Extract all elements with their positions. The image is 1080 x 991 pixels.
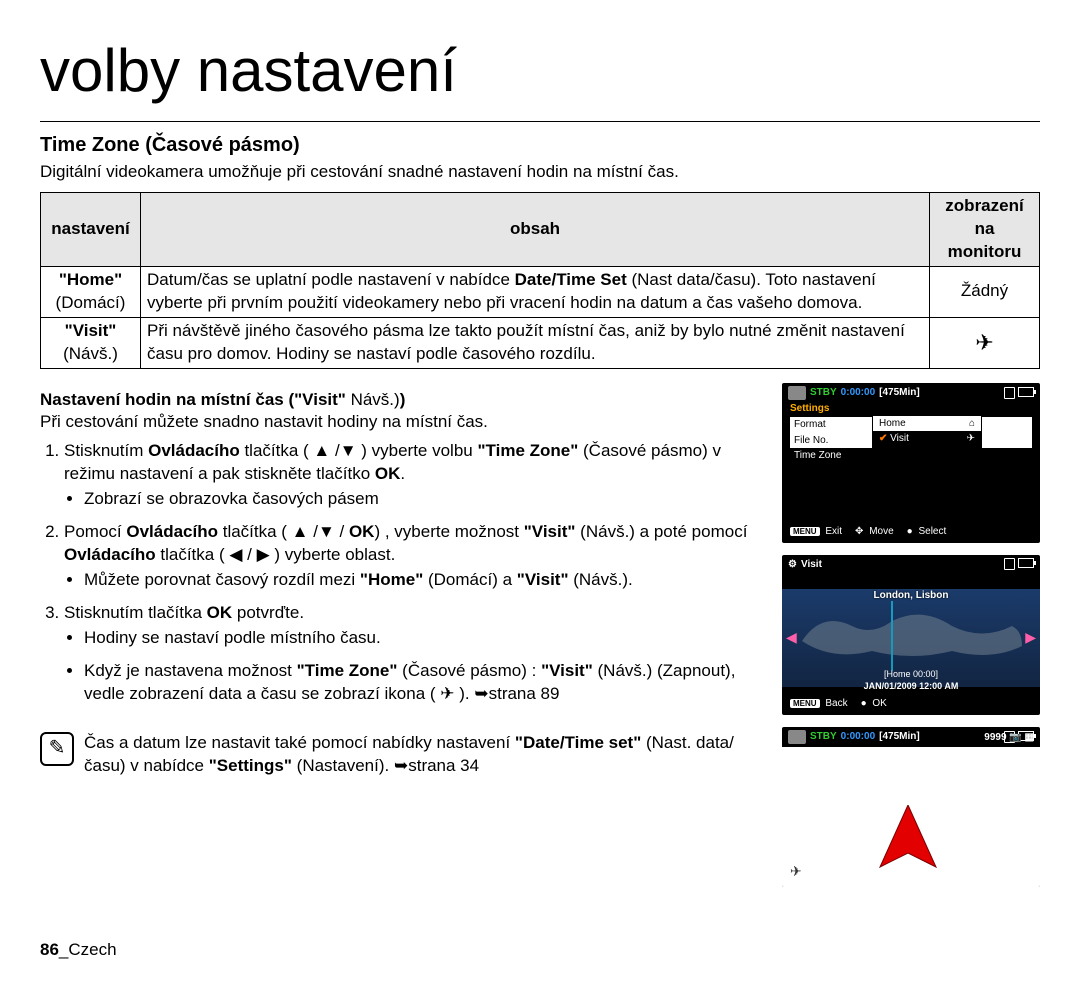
arrow-right-icon[interactable]: ▶ — [1025, 628, 1036, 647]
screen-world-map: ⚙ Visit London, Lisbon ◀ ▶ [Home 00:00] … — [782, 555, 1040, 715]
ok-label: OK — [869, 698, 889, 709]
step3-bullet2: Když je nastavena možnost "Time Zone" (Č… — [84, 660, 762, 706]
visit-title: Visit — [801, 558, 822, 572]
note-text: Čas a datum lze nastavit také pomocí nab… — [84, 732, 762, 778]
menu-button[interactable]: MENU — [790, 527, 820, 536]
separator — [40, 121, 1040, 122]
step-2: Pomocí Ovládacího tlačítka ( ▲ /▼ / OK) … — [64, 521, 762, 592]
sub-heading: Nastavení hodin na místní čas ("Visit" N… — [40, 389, 762, 412]
plane-clock-icon: ✈ — [975, 330, 993, 355]
sd-icon — [1004, 387, 1015, 399]
remaining-min: [475Min] — [879, 386, 920, 400]
sub-desc: Při cestování můžete snadno nastavit hod… — [40, 411, 762, 434]
rec-time: 0:00:00 — [841, 386, 875, 400]
popup-visit[interactable]: ✔ Visit ✈ — [873, 431, 981, 447]
row-setting-bold: "Home" — [59, 270, 122, 289]
check-icon: ✔ — [879, 433, 887, 444]
remaining-min: [475Min] — [879, 730, 920, 744]
plane-icon-small: ✈ — [967, 432, 975, 446]
battery-icon — [1018, 558, 1034, 568]
row-content: Při návštěvě jiného časového pásma lze t… — [141, 317, 930, 368]
screen-live: STBY 0:00:00 [475Min] 9999 📷 ▦ ✈ — [782, 727, 1040, 887]
battery-icon — [1018, 387, 1034, 397]
note-icon: ✎ — [40, 732, 74, 766]
row-setting-sub: (Návš.) — [63, 344, 118, 363]
steps-list: Stisknutím Ovládacího tlačítka ( ▲ /▼ ) … — [64, 440, 762, 705]
camera-icon — [788, 730, 806, 744]
menu-button[interactable]: MENU — [790, 699, 820, 708]
menu-timezone[interactable]: Time Zone — [794, 449, 862, 463]
stby-label: STBY — [810, 386, 837, 400]
home-icon: ⌂ — [969, 417, 975, 431]
step3-bullet1: Hodiny se nastaví podle místního času. — [84, 627, 762, 650]
th-content: obsah — [141, 192, 930, 266]
move-label: Move — [866, 526, 896, 537]
options-table: nastavení obsah zobrazení na monitoru "H… — [40, 192, 1040, 369]
camera-icon — [788, 386, 806, 400]
gear-icon: ⚙ — [788, 558, 797, 572]
section-intro: Digitální videokamera umožňuje při cesto… — [40, 161, 1040, 184]
live-view: ✈ — [782, 747, 1040, 887]
step1-bullet: Zobrazí se obrazovka časových pásem — [84, 488, 762, 511]
row-setting-bold: "Visit" — [65, 321, 117, 340]
select-label: Select — [915, 526, 949, 537]
table-row: "Visit" (Návš.) Při návštěvě jiného časo… — [41, 317, 1040, 368]
step-1: Stisknutím Ovládacího tlačítka ( ▲ /▼ ) … — [64, 440, 762, 511]
th-setting: nastavení — [41, 192, 141, 266]
exit-label: Exit — [822, 526, 845, 537]
plane-icon: ✈ — [440, 684, 454, 703]
step2-bullet: Můžete porovnat časový rozdíl mezi "Home… — [84, 569, 762, 592]
page-footer: 86_Czech — [40, 939, 1040, 962]
row-display-icon: ✈ — [930, 317, 1040, 368]
step-3: Stisknutím tlačítka OK potvrďte. Hodiny … — [64, 602, 762, 706]
table-row: "Home" (Domácí) Datum/čas se uplatní pod… — [41, 266, 1040, 317]
page-title: volby nastavení — [40, 30, 1040, 111]
plane-icon: ✈ — [790, 862, 802, 881]
arrow-left-icon[interactable]: ◀ — [786, 628, 797, 647]
th-display: zobrazení na monitoru — [930, 192, 1040, 266]
screen-settings-menu: STBY 0:00:00 [475Min] Settings Format Fi… — [782, 383, 1040, 543]
timezone-popup: Home⌂ ✔ Visit ✈ — [872, 415, 982, 448]
row-content: Datum/čas se uplatní podle nastavení v n… — [141, 266, 930, 317]
settings-tab: Settings — [782, 402, 1040, 416]
sd-icon — [1004, 558, 1015, 570]
note-row: ✎ Čas a datum lze nastavit také pomocí n… — [40, 732, 762, 778]
row-display: Žádný — [930, 266, 1040, 317]
menu-format[interactable]: Format — [794, 418, 862, 432]
red-arrow-icon — [878, 805, 938, 875]
popup-home[interactable]: Home⌂ — [873, 416, 981, 432]
rec-time: 0:00:00 — [841, 730, 875, 744]
section-title: Time Zone (Časové pásmo) — [40, 132, 1040, 159]
world-map-icon — [792, 601, 1030, 671]
back-label: Back — [822, 698, 850, 709]
menu-fileno[interactable]: File No. — [794, 434, 862, 448]
photo-count: 9999 📷 ▦ — [984, 731, 1034, 745]
stby-label: STBY — [810, 730, 837, 744]
row-setting-sub: (Domácí) — [56, 293, 126, 312]
map-info: [Home 00:00] JAN/01/2009 12:00 AM — [782, 668, 1040, 692]
